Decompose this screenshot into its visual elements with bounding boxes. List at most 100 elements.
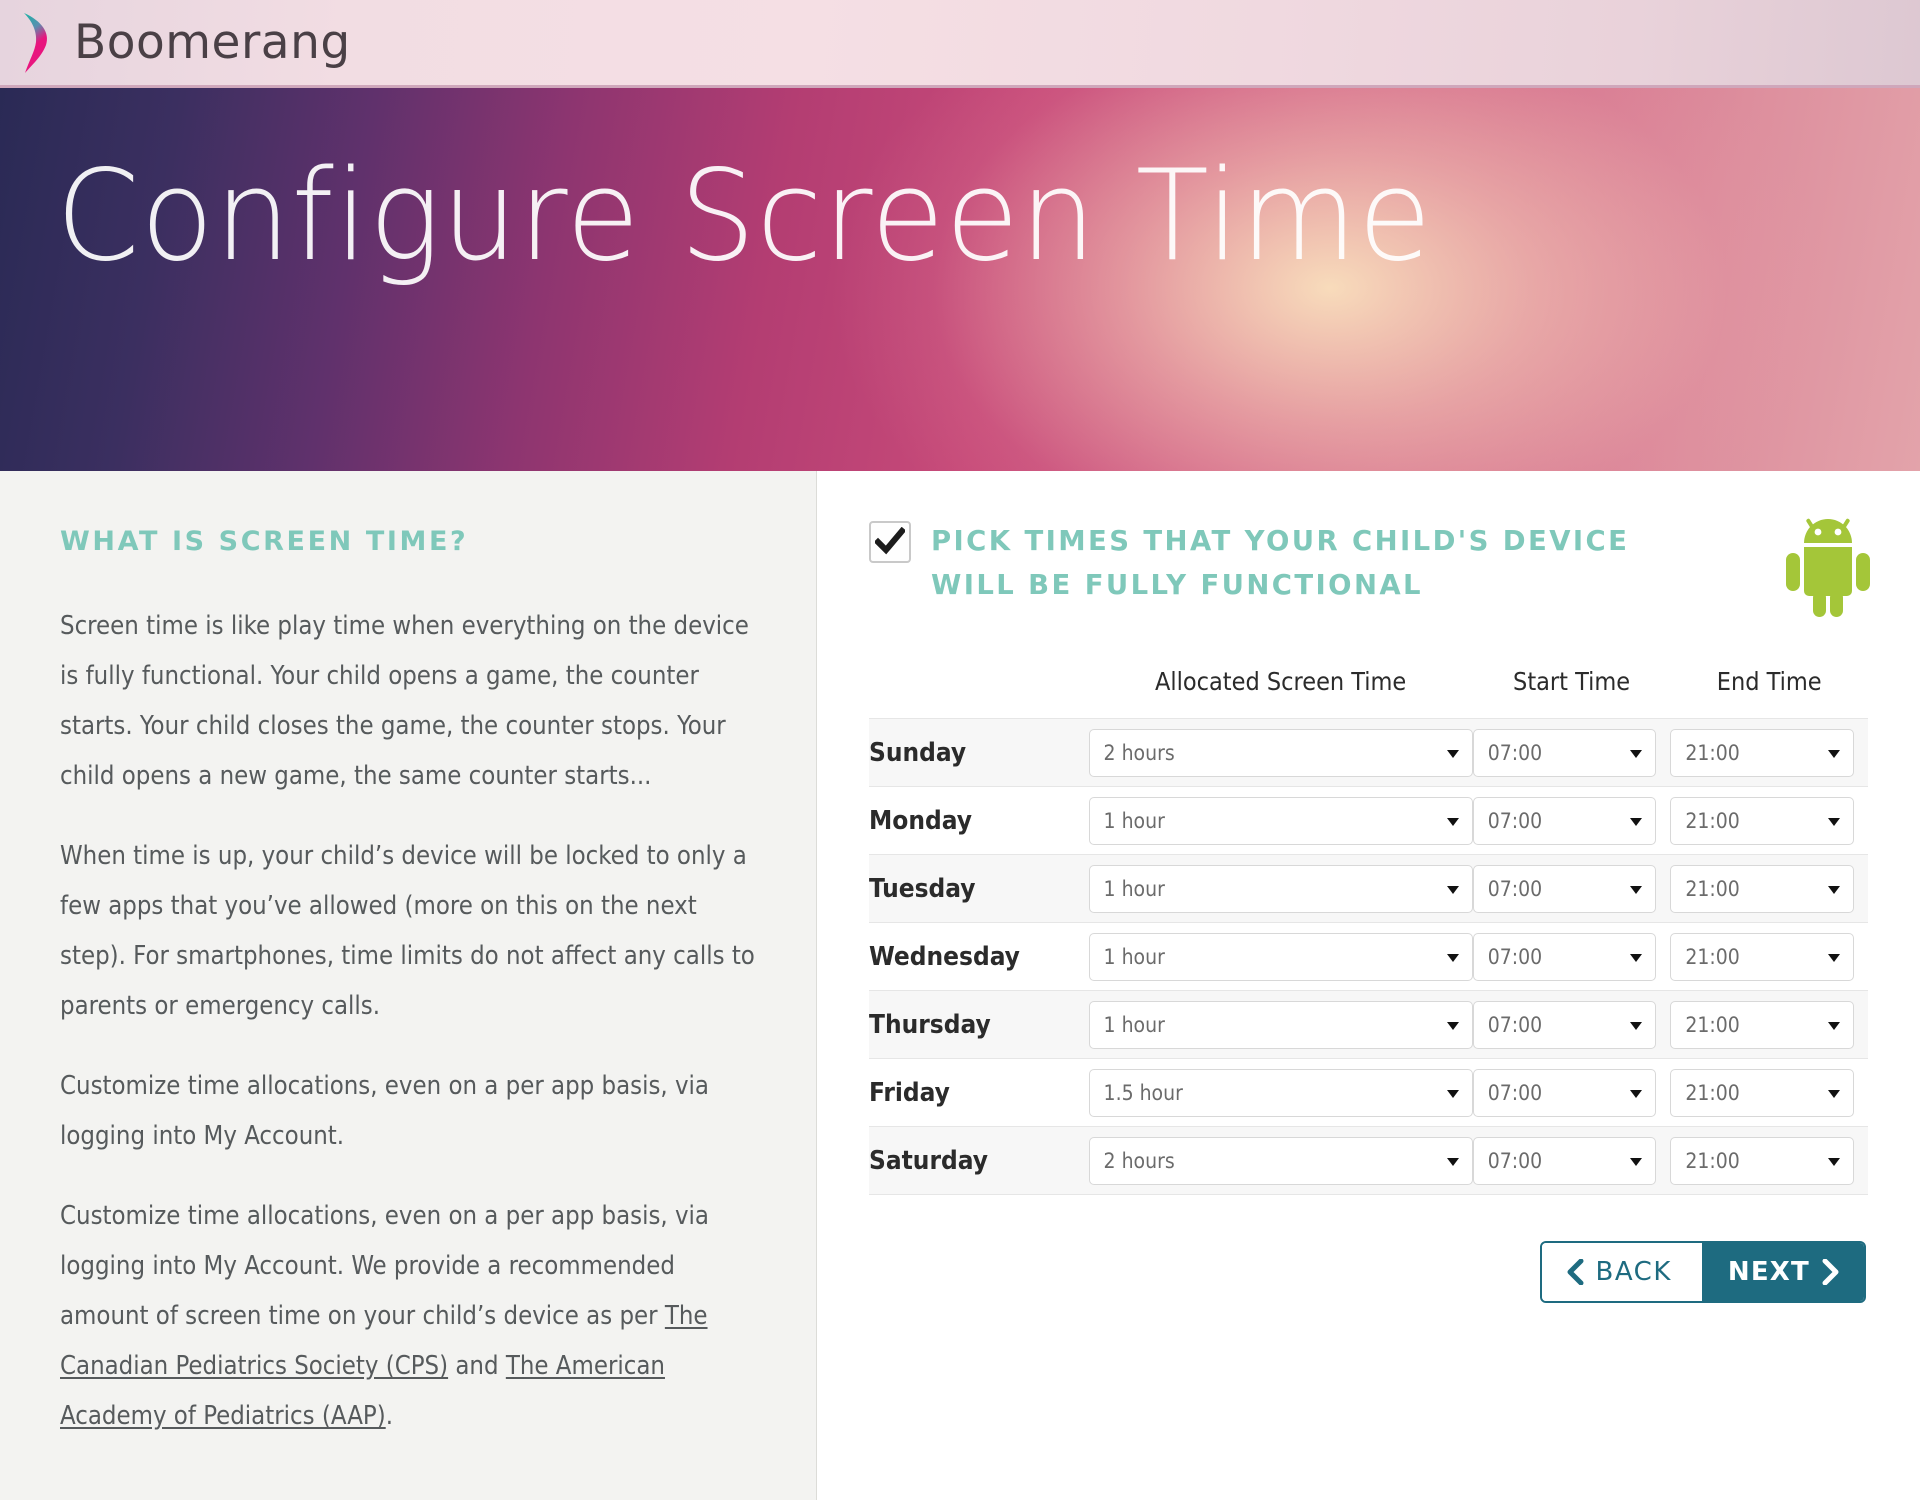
end-time-select[interactable]: 21:00 [1670,864,1854,913]
start-cell: 07:00 [1472,1058,1671,1127]
start-cell: 07:00 [1472,718,1671,787]
start-time-select[interactable]: 07:00 [1472,932,1657,981]
table-body: Sunday 2 hours 07:00 21:00 Monday 1 hour… [869,718,1868,1195]
allocated-time-select[interactable]: 1.5 hour [1088,1068,1473,1117]
enable-schedule-checkbox[interactable] [869,521,911,563]
table-row: Tuesday 1 hour 07:00 21:00 [869,854,1868,923]
start-cell: 07:00 [1472,990,1671,1059]
sidebar-paragraph-3: Customize time allocations, even on a pe… [60,1071,709,1151]
allocated-cell: 1 hour [1088,854,1473,923]
android-robot-icon [1786,518,1870,617]
sidebar-paragraph-4: Customize time allocations, even on a pe… [60,1191,756,1441]
end-cell: 21:00 [1670,922,1868,991]
start-time-select[interactable]: 07:00 [1472,1136,1657,1185]
chevron-down-icon [1828,1021,1840,1030]
next-button[interactable]: NEXT [1701,1243,1864,1301]
allocated-time-select[interactable]: 1 hour [1088,864,1473,913]
chevron-down-icon [1630,885,1643,894]
end-time-select[interactable]: 21:00 [1670,1068,1854,1117]
chevron-down-icon [1828,1157,1840,1166]
table-row: Friday 1.5 hour 07:00 21:00 [869,1058,1868,1127]
end-time-select[interactable]: 21:00 [1670,1000,1854,1049]
col-header-day [869,667,1089,719]
col-header-allocated: Allocated Screen Time [1155,667,1407,696]
chevron-down-icon [1446,1089,1459,1098]
chevron-down-icon [1828,953,1840,962]
day-label: Thursday [869,990,1089,1059]
wizard-navigation: BACK NEXT [869,1241,1868,1303]
allocated-time-value: 1 hour [1103,808,1165,833]
day-label: Sunday [869,718,1089,787]
chevron-down-icon [1630,953,1643,962]
chevron-down-icon [1828,885,1840,894]
schedule-panel: PICK TIMES THAT YOUR CHILD'S DEVICE WILL… [817,471,1920,1500]
start-time-select[interactable]: 07:00 [1472,796,1657,845]
end-cell: 21:00 [1670,1058,1868,1127]
start-time-select[interactable]: 07:00 [1472,728,1657,777]
table-row: Sunday 2 hours 07:00 21:00 [869,718,1868,787]
chevron-down-icon [1446,953,1459,962]
hero-banner: Configure Screen Time [0,88,1920,471]
start-time-value: 07:00 [1487,876,1543,901]
allocated-time-select[interactable]: 1 hour [1088,1000,1473,1049]
day-label: Tuesday [869,854,1089,923]
end-time-select[interactable]: 21:00 [1670,796,1854,845]
start-time-value: 07:00 [1487,740,1543,765]
allocated-cell: 2 hours [1088,1126,1473,1195]
boomerang-crescent-icon [24,12,48,73]
allocated-time-value: 1.5 hour [1103,1080,1183,1105]
chevron-down-icon [1446,885,1459,894]
chevron-down-icon [1630,817,1643,826]
start-cell: 07:00 [1472,854,1671,923]
brand-name: Boomerang [74,15,351,70]
allocated-time-select[interactable]: 1 hour [1088,796,1473,845]
nav-button-group: BACK NEXT [1539,1241,1866,1303]
allocated-time-select[interactable]: 1 hour [1088,932,1473,981]
day-label: Friday [869,1058,1089,1127]
chevron-left-icon [1567,1259,1584,1285]
allocated-time-select[interactable]: 2 hours [1088,728,1473,777]
paragraph-text-post: . [385,1401,393,1431]
allocated-time-select[interactable]: 2 hours [1088,1136,1473,1185]
allocated-time-value: 1 hour [1103,944,1165,969]
day-label: Monday [869,786,1089,855]
paragraph-text-mid: and [448,1351,506,1381]
chevron-down-icon [1630,749,1643,758]
chevron-down-icon [1446,817,1459,826]
allocated-cell: 1 hour [1088,990,1473,1059]
start-time-select[interactable]: 07:00 [1472,864,1657,913]
chevron-down-icon [1630,1021,1643,1030]
start-cell: 07:00 [1472,1126,1671,1195]
day-label: Wednesday [869,922,1089,991]
allocated-cell: 1 hour [1088,922,1473,991]
end-time-select[interactable]: 21:00 [1670,728,1854,777]
chevron-right-icon [1822,1259,1839,1285]
end-time-value: 21:00 [1685,944,1740,969]
col-header-start: Start Time [1513,667,1631,696]
end-cell: 21:00 [1670,1126,1868,1195]
allocated-time-value: 1 hour [1103,876,1165,901]
end-time-select[interactable]: 21:00 [1670,1136,1854,1185]
start-time-select[interactable]: 07:00 [1472,1068,1657,1117]
sidebar-paragraph-2: When time is up, your child’s device wil… [60,841,755,1021]
back-button[interactable]: BACK [1541,1243,1702,1301]
start-time-select[interactable]: 07:00 [1472,1000,1657,1049]
start-time-value: 07:00 [1487,1012,1543,1037]
end-cell: 21:00 [1670,786,1868,855]
end-time-select[interactable]: 21:00 [1670,932,1854,981]
table-row: Saturday 2 hours 07:00 21:00 [869,1126,1868,1195]
brand-logo[interactable]: Boomerang [16,11,351,75]
info-sidebar: WHAT IS SCREEN TIME? Screen time is like… [0,471,817,1500]
start-time-value: 07:00 [1487,1148,1543,1173]
end-time-value: 21:00 [1685,1012,1740,1037]
allocated-cell: 1.5 hour [1088,1058,1473,1127]
start-cell: 07:00 [1472,786,1671,855]
sidebar-heading: WHAT IS SCREEN TIME? [60,526,469,557]
end-time-value: 21:00 [1685,808,1740,833]
chevron-down-icon [1630,1089,1643,1098]
panel-header: PICK TIMES THAT YOUR CHILD'S DEVICE WILL… [869,519,1868,607]
brand-bar: Boomerang [0,0,1920,88]
start-cell: 07:00 [1472,922,1671,991]
chevron-down-icon [1630,1157,1643,1166]
chevron-down-icon [1828,817,1840,826]
